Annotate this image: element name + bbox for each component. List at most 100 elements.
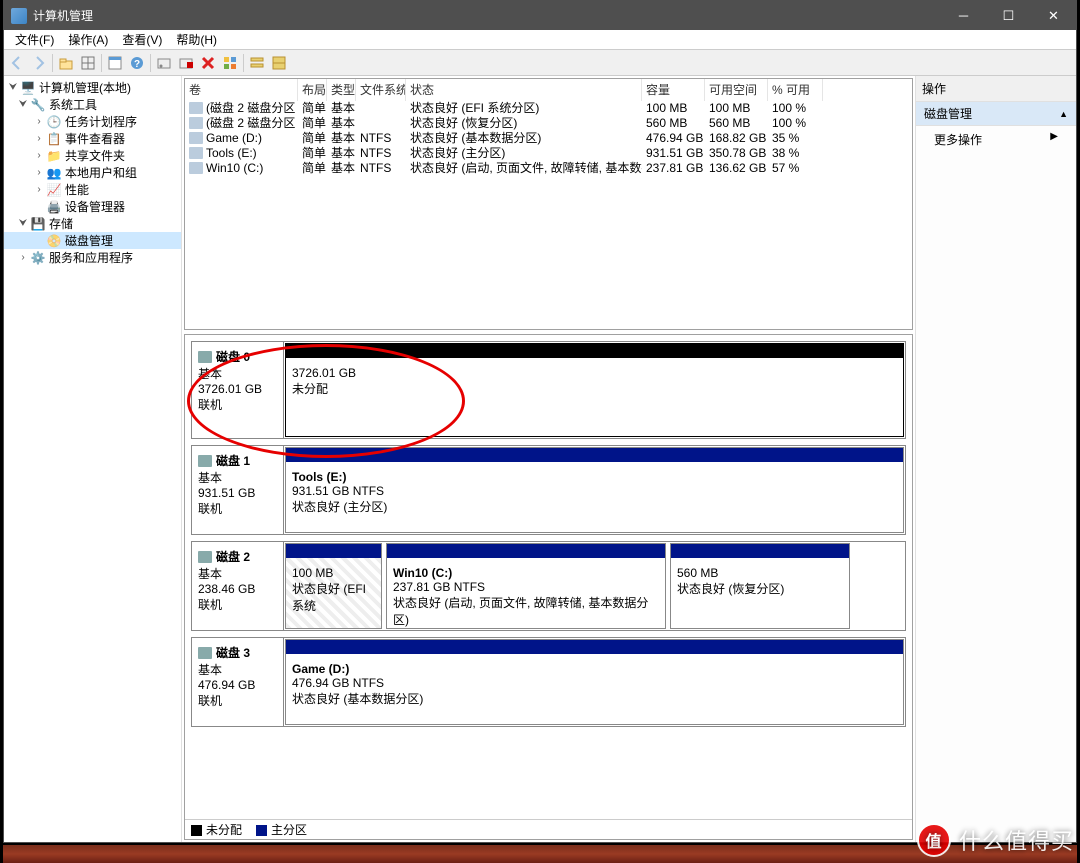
disk-icon xyxy=(198,455,212,467)
col-status[interactable]: 状态 xyxy=(406,78,642,101)
tree-event-viewer[interactable]: ›📋事件查看器 xyxy=(4,130,181,147)
partition[interactable]: 100 MB状态良好 (EFI 系统 xyxy=(285,543,382,629)
toolbar-divider xyxy=(101,54,102,72)
drive-icon xyxy=(189,147,203,159)
partition[interactable]: Tools (E:)931.51 GB NTFS状态良好 (主分区) xyxy=(285,447,904,533)
toolbar-divider xyxy=(243,54,244,72)
disk-icon xyxy=(198,351,212,363)
partition[interactable]: 3726.01 GB未分配 xyxy=(285,343,904,437)
up-level-icon[interactable] xyxy=(55,52,77,74)
chevron-right-icon: ▶ xyxy=(1050,131,1058,148)
menubar: 文件(F) 操作(A) 查看(V) 帮助(H) xyxy=(4,30,1076,50)
titlebar[interactable]: 计算机管理 ─ ☐ ✕ xyxy=(4,1,1076,30)
help-icon[interactable]: ? xyxy=(126,52,148,74)
col-type[interactable]: 类型 xyxy=(327,78,356,101)
close-button[interactable]: ✕ xyxy=(1031,1,1076,30)
view-icon-1[interactable] xyxy=(246,52,268,74)
col-pct[interactable]: % 可用 xyxy=(768,78,823,101)
tree-shared-folders[interactable]: ›📁共享文件夹 xyxy=(4,147,181,164)
menu-help[interactable]: 帮助(H) xyxy=(169,31,224,48)
action-icon-2[interactable] xyxy=(175,52,197,74)
disk-icon xyxy=(198,551,212,563)
watermark-badge-icon: 值 xyxy=(917,823,951,857)
properties-icon[interactable] xyxy=(104,52,126,74)
disk-info[interactable]: 磁盘 3基本476.94 GB联机 xyxy=(191,637,283,727)
partition[interactable]: 560 MB状态良好 (恢复分区) xyxy=(670,543,850,629)
col-volume[interactable]: 卷 xyxy=(185,78,298,101)
toolbar: ? xyxy=(4,50,1076,76)
minimize-button[interactable]: ─ xyxy=(941,1,986,30)
disk-icon xyxy=(198,647,212,659)
disk-info[interactable]: 磁盘 1基本931.51 GB联机 xyxy=(191,445,283,535)
disk-block[interactable]: 磁盘 0基本3726.01 GB联机3726.01 GB未分配 xyxy=(191,341,906,439)
menu-view[interactable]: 查看(V) xyxy=(115,31,169,48)
volume-row[interactable]: (磁盘 2 磁盘分区 1)简单基本状态良好 (EFI 系统分区)100 MB10… xyxy=(185,100,912,115)
partition[interactable]: Win10 (C:)237.81 GB NTFS状态良好 (启动, 页面文件, … xyxy=(386,543,666,629)
tree-root[interactable]: ⮟🖥️计算机管理(本地) xyxy=(4,79,181,96)
menu-action[interactable]: 操作(A) xyxy=(61,31,115,48)
tree-performance[interactable]: ›📈性能 xyxy=(4,181,181,198)
col-free[interactable]: 可用空间 xyxy=(705,78,768,101)
volume-row[interactable]: Tools (E:)简单基本NTFS状态良好 (主分区)931.51 GB350… xyxy=(185,145,912,160)
refresh-icon[interactable] xyxy=(77,52,99,74)
drive-icon xyxy=(189,132,203,144)
disk-info[interactable]: 磁盘 2基本238.46 GB联机 xyxy=(191,541,283,631)
watermark-text: 什么值得买 xyxy=(959,824,1074,856)
tree-services-apps[interactable]: ›⚙️服务和应用程序 xyxy=(4,249,181,266)
volume-row[interactable]: (磁盘 2 磁盘分区 4)简单基本状态良好 (恢复分区)560 MB560 MB… xyxy=(185,115,912,130)
back-button[interactable] xyxy=(6,52,28,74)
forward-button[interactable] xyxy=(28,52,50,74)
grid-icon[interactable] xyxy=(219,52,241,74)
partition[interactable]: Game (D:)476.94 GB NTFS状态良好 (基本数据分区) xyxy=(285,639,904,725)
disk-partitions: Game (D:)476.94 GB NTFS状态良好 (基本数据分区) xyxy=(283,637,906,727)
watermark: 值 什么值得买 xyxy=(917,823,1074,857)
legend-label-unallocated: 未分配 xyxy=(206,823,242,837)
volume-row[interactable]: Game (D:)简单基本NTFS状态良好 (基本数据分区)476.94 GB1… xyxy=(185,130,912,145)
svg-text:?: ? xyxy=(134,59,140,70)
disk-graphical-view[interactable]: 磁盘 0基本3726.01 GB联机3726.01 GB未分配磁盘 1基本931… xyxy=(184,334,913,840)
tree-system-tools[interactable]: ⮟🔧系统工具 xyxy=(4,96,181,113)
app-icon xyxy=(11,8,27,24)
volume-row[interactable]: Win10 (C:)简单基本NTFS状态良好 (启动, 页面文件, 故障转储, … xyxy=(185,160,912,175)
delete-icon[interactable] xyxy=(197,52,219,74)
tree-storage[interactable]: ⮟💾存储 xyxy=(4,215,181,232)
decorative-bottom xyxy=(3,845,1077,863)
disk-block[interactable]: 磁盘 2基本238.46 GB联机100 MB状态良好 (EFI 系统Win10… xyxy=(191,541,906,631)
actions-header: 操作 xyxy=(916,76,1076,102)
disk-partitions: Tools (E:)931.51 GB NTFS状态良好 (主分区) xyxy=(283,445,906,535)
actions-pane: 操作 磁盘管理▲ 更多操作▶ xyxy=(916,76,1076,842)
content-pane: 卷 布局 类型 文件系统 状态 容量 可用空间 % 可用 (磁盘 2 磁盘分区 … xyxy=(182,76,916,842)
view-icon-2[interactable] xyxy=(268,52,290,74)
legend: 未分配 主分区 xyxy=(185,819,912,839)
drive-icon xyxy=(189,162,203,174)
legend-swatch-unallocated xyxy=(191,825,202,836)
maximize-button[interactable]: ☐ xyxy=(986,1,1031,30)
action-icon-1[interactable] xyxy=(153,52,175,74)
legend-swatch-primary xyxy=(256,825,267,836)
window-title: 计算机管理 xyxy=(33,7,93,24)
col-capacity[interactable]: 容量 xyxy=(642,78,705,101)
drive-icon xyxy=(189,102,203,114)
legend-label-primary: 主分区 xyxy=(271,823,307,837)
computer-management-window: 计算机管理 ─ ☐ ✕ 文件(F) 操作(A) 查看(V) 帮助(H) ? ⮟🖥… xyxy=(3,0,1077,843)
tree-device-manager[interactable]: 🖨️设备管理器 xyxy=(4,198,181,215)
col-layout[interactable]: 布局 xyxy=(298,78,327,101)
disk-block[interactable]: 磁盘 3基本476.94 GB联机Game (D:)476.94 GB NTFS… xyxy=(191,637,906,727)
disk-info[interactable]: 磁盘 0基本3726.01 GB联机 xyxy=(191,341,283,439)
disk-partitions: 100 MB状态良好 (EFI 系统Win10 (C:)237.81 GB NT… xyxy=(283,541,906,631)
tree-task-scheduler[interactable]: ›🕒任务计划程序 xyxy=(4,113,181,130)
navigation-tree[interactable]: ⮟🖥️计算机管理(本地) ⮟🔧系统工具 ›🕒任务计划程序 ›📋事件查看器 ›📁共… xyxy=(4,76,182,842)
menu-file[interactable]: 文件(F) xyxy=(8,31,61,48)
drive-icon xyxy=(189,117,203,129)
tree-local-users[interactable]: ›👥本地用户和组 xyxy=(4,164,181,181)
actions-more[interactable]: 更多操作▶ xyxy=(916,126,1076,153)
volume-header-row: 卷 布局 类型 文件系统 状态 容量 可用空间 % 可用 xyxy=(185,79,912,100)
tree-disk-management[interactable]: 📀磁盘管理 xyxy=(4,232,181,249)
disk-block[interactable]: 磁盘 1基本931.51 GB联机Tools (E:)931.51 GB NTF… xyxy=(191,445,906,535)
toolbar-divider xyxy=(52,54,53,72)
actions-group[interactable]: 磁盘管理▲ xyxy=(916,102,1076,126)
collapse-icon: ▲ xyxy=(1059,109,1068,119)
volume-list[interactable]: 卷 布局 类型 文件系统 状态 容量 可用空间 % 可用 (磁盘 2 磁盘分区 … xyxy=(184,78,913,330)
disk-partitions: 3726.01 GB未分配 xyxy=(283,341,906,439)
col-fs[interactable]: 文件系统 xyxy=(356,78,406,101)
